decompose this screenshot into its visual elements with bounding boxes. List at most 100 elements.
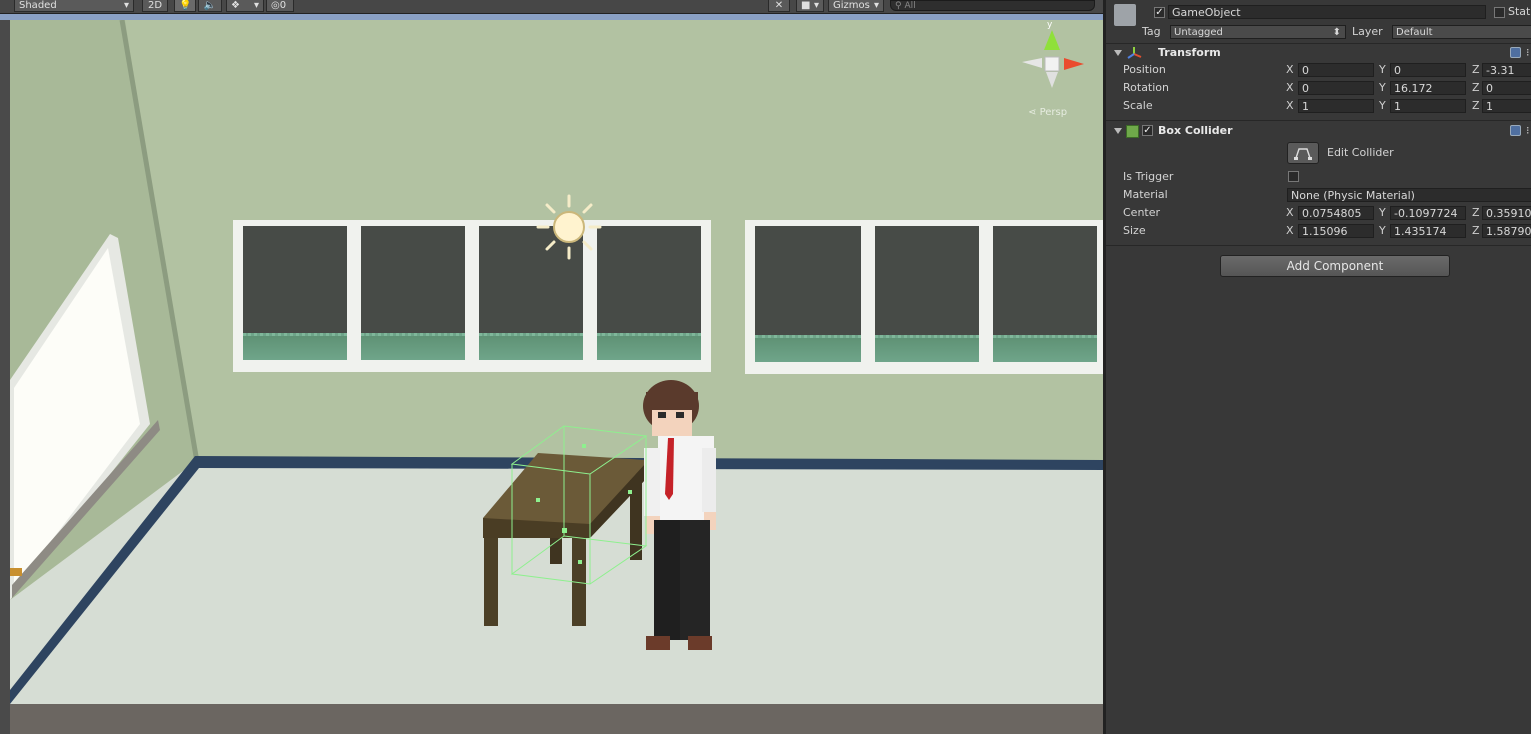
gameobject-cube-icon: [1114, 4, 1136, 26]
layer-dropdown[interactable]: Default: [1392, 25, 1531, 39]
position-z-field[interactable]: -3.31: [1482, 63, 1531, 77]
shading-mode-label: Shaded: [19, 0, 57, 11]
axis-z-label: Z: [1472, 206, 1480, 219]
window-pane: [869, 220, 985, 368]
edit-collider-label: Edit Collider: [1327, 146, 1394, 159]
material-label: Material: [1123, 188, 1168, 201]
hidden-count: 0: [279, 0, 287, 11]
foldout-arrow-icon[interactable]: [1114, 50, 1122, 56]
shading-mode-dropdown[interactable]: Shaded ▾: [14, 0, 134, 12]
is-trigger-label: Is Trigger: [1123, 170, 1174, 183]
help-book-icon[interactable]: [1510, 125, 1521, 136]
size-x-field[interactable]: 1.15096: [1298, 224, 1374, 238]
center-label: Center: [1123, 206, 1161, 219]
search-icon: ⚲: [895, 1, 902, 11]
divider: [1106, 120, 1531, 121]
divider: [1106, 43, 1531, 44]
gizmo-axis-y-label: y: [1047, 20, 1053, 30]
scene-toolbar: Shaded ▾ 2D 💡 🔈 ❖ ▾ ◎0 ✕ ■ ▾ Gizmos ▾ ⚲ Al…: [0, 0, 1103, 14]
axis-y-label: Y: [1379, 63, 1386, 76]
window-pane: [749, 220, 867, 368]
position-x-field[interactable]: 0: [1298, 63, 1374, 77]
axis-y-label: Y: [1379, 81, 1386, 94]
gizmos-dropdown[interactable]: Gizmos ▾: [828, 0, 884, 12]
window-pane: [355, 220, 471, 366]
scene-search-input[interactable]: ⚲ All: [890, 0, 1095, 11]
scale-x-field[interactable]: 1: [1298, 99, 1374, 113]
scene-view[interactable]: y ⋖ Persp: [0, 0, 1103, 734]
scale-label: Scale: [1123, 99, 1153, 112]
layer-value: Default: [1396, 27, 1433, 38]
static-label: Stati: [1508, 5, 1531, 18]
tag-dropdown[interactable]: Untagged ⬍: [1170, 25, 1346, 39]
camera-dropdown[interactable]: ■ ▾: [796, 0, 824, 12]
foldout-arrow-icon[interactable]: [1114, 128, 1122, 134]
eye-icon: ◎: [271, 0, 280, 11]
transform-icon: [1127, 47, 1142, 59]
add-component-button[interactable]: Add Component: [1220, 255, 1450, 277]
axis-z-label: Z: [1472, 224, 1480, 237]
window-pane: [987, 220, 1103, 368]
box-collider-icon: [1126, 125, 1139, 138]
chevron-down-icon: ▾: [873, 0, 879, 11]
window-pane: [591, 220, 707, 366]
rotation-y-field[interactable]: 16.172: [1390, 81, 1466, 95]
axis-y-label: Y: [1379, 206, 1386, 219]
scale-y-field[interactable]: 1: [1390, 99, 1466, 113]
edit-collider-icon: [1294, 148, 1312, 160]
directional-light-icon[interactable]: [536, 194, 602, 260]
position-y-field[interactable]: 0: [1390, 63, 1466, 77]
chevron-down-icon: ▾: [813, 0, 819, 11]
orientation-gizmo[interactable]: [1018, 20, 1090, 92]
tag-label: Tag: [1142, 25, 1161, 38]
toggle-2d-button[interactable]: 2D: [142, 0, 168, 12]
settings-gear-icon[interactable]: ⁝: [1526, 47, 1530, 59]
axis-x-label: X: [1286, 206, 1294, 219]
hidden-objects-toggle[interactable]: ◎0: [266, 0, 294, 12]
size-z-field[interactable]: 1.587909: [1482, 224, 1531, 238]
active-checkbox[interactable]: ✓: [1154, 7, 1165, 18]
camera-icon: ■: [801, 0, 811, 11]
transform-title: Transform: [1158, 46, 1221, 59]
box-collider-title: Box Collider: [1158, 124, 1233, 137]
gizmos-label: Gizmos: [833, 0, 870, 11]
perspective-text: Persp: [1039, 107, 1068, 118]
chevron-down-icon: ▾: [253, 0, 259, 11]
size-label: Size: [1123, 224, 1146, 237]
axis-y-label: Y: [1379, 224, 1386, 237]
size-y-field[interactable]: 1.435174: [1390, 224, 1466, 238]
center-x-field[interactable]: 0.0754805: [1298, 206, 1374, 220]
tools-icon[interactable]: ✕: [768, 0, 790, 12]
axis-z-label: Z: [1472, 99, 1480, 112]
axis-x-label: X: [1286, 99, 1294, 112]
material-field[interactable]: None (Physic Material): [1287, 188, 1531, 202]
box-collider-enabled-checkbox[interactable]: ✓: [1142, 125, 1153, 136]
scale-z-field[interactable]: 1: [1482, 99, 1531, 113]
object-name-field[interactable]: GameObject: [1168, 5, 1486, 19]
edit-collider-button[interactable]: [1287, 142, 1319, 164]
axis-x-label: X: [1286, 81, 1294, 94]
window-pane: [237, 220, 353, 366]
chevron-down-icon: ▾: [123, 0, 129, 11]
rotation-x-field[interactable]: 0: [1298, 81, 1374, 95]
center-z-field[interactable]: 0.359103: [1482, 206, 1531, 220]
static-checkbox[interactable]: [1494, 7, 1505, 18]
axis-z-label: Z: [1472, 63, 1480, 76]
audio-toggle-icon[interactable]: 🔈: [198, 0, 222, 12]
help-book-icon[interactable]: [1510, 47, 1521, 58]
is-trigger-checkbox[interactable]: [1288, 171, 1299, 182]
effects-icon: ❖: [231, 0, 240, 11]
window-group-2: [745, 220, 1103, 374]
perspective-label[interactable]: ⋖ Persp: [1028, 107, 1067, 119]
chevron-updown-icon: ⬍: [1332, 27, 1341, 38]
axis-y-label: Y: [1379, 99, 1386, 112]
lighting-toggle-icon[interactable]: 💡: [174, 0, 196, 12]
box-collider-gizmo[interactable]: [508, 424, 658, 604]
tag-value: Untagged: [1174, 27, 1223, 38]
rotation-z-field[interactable]: 0: [1482, 81, 1531, 95]
settings-gear-icon[interactable]: ⁝: [1526, 125, 1530, 137]
axis-x-label: X: [1286, 224, 1294, 237]
center-y-field[interactable]: -0.1097724: [1390, 206, 1466, 220]
effects-dropdown[interactable]: ❖ ▾: [226, 0, 264, 12]
axis-x-label: X: [1286, 63, 1294, 76]
